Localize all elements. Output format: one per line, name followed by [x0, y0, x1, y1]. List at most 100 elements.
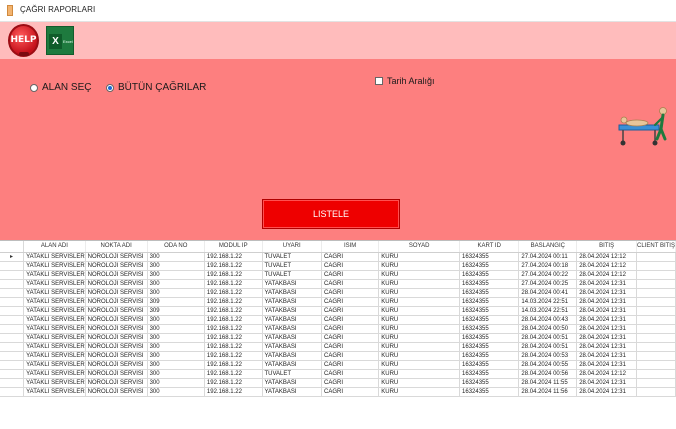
table-cell[interactable]: 28.04.2024 12:31	[576, 351, 637, 361]
table-cell[interactable]: YATAKLI SERVISLER	[23, 324, 86, 334]
table-cell[interactable]: 192.168.1.22	[204, 369, 263, 379]
column-header[interactable]: BASLANGIÇ	[518, 241, 578, 253]
column-header[interactable]: KART ID	[459, 241, 520, 253]
table-cell[interactable]: CAGRI	[321, 261, 380, 271]
table-cell[interactable]	[636, 351, 676, 361]
table-cell[interactable]: TUVALET	[262, 369, 322, 379]
table-cell[interactable]: NOROLOJI SERVISI	[85, 288, 148, 298]
table-cell[interactable]: KURU	[378, 288, 461, 298]
table-row[interactable]: YATAKLI SERVISLER NOROLOJI SERVISI 300 192.…	[0, 369, 676, 379]
row-header[interactable]	[0, 279, 25, 289]
table-cell[interactable]: KURU	[378, 378, 461, 388]
column-header[interactable]: MODUL IP	[204, 241, 263, 253]
table-cell[interactable]: YATAKLI SERVISLER	[23, 270, 86, 280]
table-cell[interactable]: 192.168.1.22	[204, 360, 263, 370]
radio-area-select-indicator[interactable]	[30, 83, 38, 92]
table-row[interactable]: YATAKLI SERVISLER NOROLOJI SERVISI 300 192.…	[0, 378, 676, 388]
table-cell[interactable]: YATAKBASI	[262, 378, 322, 388]
table-cell[interactable]: 309	[147, 297, 205, 307]
table-cell[interactable]	[636, 279, 676, 289]
table-cell[interactable]: YATAKLI SERVISLER	[23, 306, 86, 316]
date-range-checkbox-box[interactable]	[375, 77, 383, 85]
table-cell[interactable]: KURU	[378, 342, 461, 352]
table-cell[interactable]: YATAKLI SERVISLER	[23, 351, 86, 361]
table-row[interactable]: YATAKLI SERVISLER NOROLOJI SERVISI 300 192.…	[0, 270, 676, 280]
table-cell[interactable]: 28.04.2024 12:31	[576, 306, 637, 316]
table-cell[interactable]	[636, 360, 676, 370]
table-cell[interactable]	[636, 261, 676, 271]
table-cell[interactable]: 28.04.2024 12:31	[576, 378, 637, 388]
list-button[interactable]: LISTELE	[262, 199, 400, 229]
table-cell[interactable]: 28.04.2024 00:51	[518, 342, 578, 352]
table-cell[interactable]: NOROLOJI SERVISI	[85, 369, 148, 379]
call-report-grid[interactable]: ALAN ADI NOKTA ADI ODA NO MODUL IP UYARI ISIM…	[0, 240, 676, 429]
table-cell[interactable]: CAGRI	[321, 315, 380, 325]
table-row[interactable]: YATAKLI SERVISLER NOROLOJI SERVISI 300 192.…	[0, 324, 676, 334]
table-cell[interactable]	[636, 270, 676, 280]
table-cell[interactable]: 16324355	[459, 333, 520, 343]
table-cell[interactable]: YATAKLI SERVISLER	[23, 297, 86, 307]
table-cell[interactable]: YATAKLI SERVISLER	[23, 387, 86, 397]
table-cell[interactable]: CAGRI	[321, 270, 380, 280]
table-row[interactable]: YATAKLI SERVISLER NOROLOJI SERVISI 309 192.…	[0, 297, 676, 307]
table-cell[interactable]: KURU	[378, 324, 461, 334]
table-cell[interactable]: 28.04.2024 12:31	[576, 333, 637, 343]
table-cell[interactable]: 16324355	[459, 288, 520, 298]
table-cell[interactable]: YATAKBASI	[262, 315, 322, 325]
table-cell[interactable]: KURU	[378, 333, 461, 343]
table-cell[interactable]: 300	[147, 315, 205, 325]
table-cell[interactable]: 28.04.2024 00:43	[518, 315, 578, 325]
table-cell[interactable]: YATAKLI SERVISLER	[23, 279, 86, 289]
table-cell[interactable]: CAGRI	[321, 351, 380, 361]
table-cell[interactable]: 192.168.1.22	[204, 351, 263, 361]
table-cell[interactable]	[636, 297, 676, 307]
table-cell[interactable]: 300	[147, 288, 205, 298]
table-cell[interactable]: NOROLOJI SERVISI	[85, 279, 148, 289]
table-cell[interactable]: NOROLOJI SERVISI	[85, 333, 148, 343]
table-cell[interactable]: NOROLOJI SERVISI	[85, 306, 148, 316]
table-cell[interactable]: KURU	[378, 270, 461, 280]
row-header[interactable]	[0, 315, 25, 325]
table-cell[interactable]: 28.04.2024 00:56	[518, 369, 578, 379]
table-cell[interactable]: 28.04.2024 00:55	[518, 360, 578, 370]
row-header[interactable]	[0, 351, 25, 361]
table-cell[interactable]: CAGRI	[321, 288, 380, 298]
table-cell[interactable]: 300	[147, 270, 205, 280]
table-cell[interactable]: YATAKLI SERVISLER	[23, 252, 86, 262]
table-cell[interactable]: 27.04.2024 00:18	[518, 261, 578, 271]
table-cell[interactable]: CAGRI	[321, 306, 380, 316]
table-cell[interactable]: NOROLOJI SERVISI	[85, 360, 148, 370]
table-cell[interactable]: 28.04.2024 12:31	[576, 297, 637, 307]
table-cell[interactable]: YATAKLI SERVISLER	[23, 360, 86, 370]
help-button[interactable]: HELP	[8, 24, 39, 57]
row-header[interactable]	[0, 369, 25, 379]
table-cell[interactable]: 28.04.2024 12:31	[576, 279, 637, 289]
table-cell[interactable]: 28.04.2024 11:55	[518, 378, 578, 388]
table-cell[interactable]: TUVALET	[262, 252, 322, 262]
table-cell[interactable]: 192.168.1.22	[204, 288, 263, 298]
table-cell[interactable]: 28.04.2024 00:50	[518, 324, 578, 334]
table-cell[interactable]: 192.168.1.22	[204, 333, 263, 343]
row-header[interactable]	[0, 360, 25, 370]
table-cell[interactable]: 28.04.2024 11:56	[518, 387, 578, 397]
table-cell[interactable]: YATAKBASI	[262, 342, 322, 352]
table-cell[interactable]: CAGRI	[321, 333, 380, 343]
table-cell[interactable]: 27.04.2024 00:11	[518, 252, 578, 262]
table-cell[interactable]: CAGRI	[321, 387, 380, 397]
table-cell[interactable]: KURU	[378, 252, 461, 262]
table-cell[interactable]: YATAKBASI	[262, 306, 322, 316]
table-cell[interactable]	[636, 252, 676, 262]
table-cell[interactable]: KURU	[378, 351, 461, 361]
table-cell[interactable]: YATAKBASI	[262, 288, 322, 298]
table-cell[interactable]: 16324355	[459, 351, 520, 361]
radio-area-select[interactable]: ALAN SEÇ	[30, 82, 91, 93]
table-cell[interactable]: TUVALET	[262, 261, 322, 271]
table-cell[interactable]: 300	[147, 252, 205, 262]
column-header[interactable]: NOKTA ADI	[85, 241, 148, 253]
table-cell[interactable]: NOROLOJI SERVISI	[85, 378, 148, 388]
table-cell[interactable]: 28.04.2024 12:12	[576, 261, 637, 271]
table-row[interactable]: YATAKLI SERVISLER NOROLOJI SERVISI 300 192.…	[0, 315, 676, 325]
table-cell[interactable]: NOROLOJI SERVISI	[85, 270, 148, 280]
table-cell[interactable]: CAGRI	[321, 279, 380, 289]
table-cell[interactable]: NOROLOJI SERVISI	[85, 252, 148, 262]
